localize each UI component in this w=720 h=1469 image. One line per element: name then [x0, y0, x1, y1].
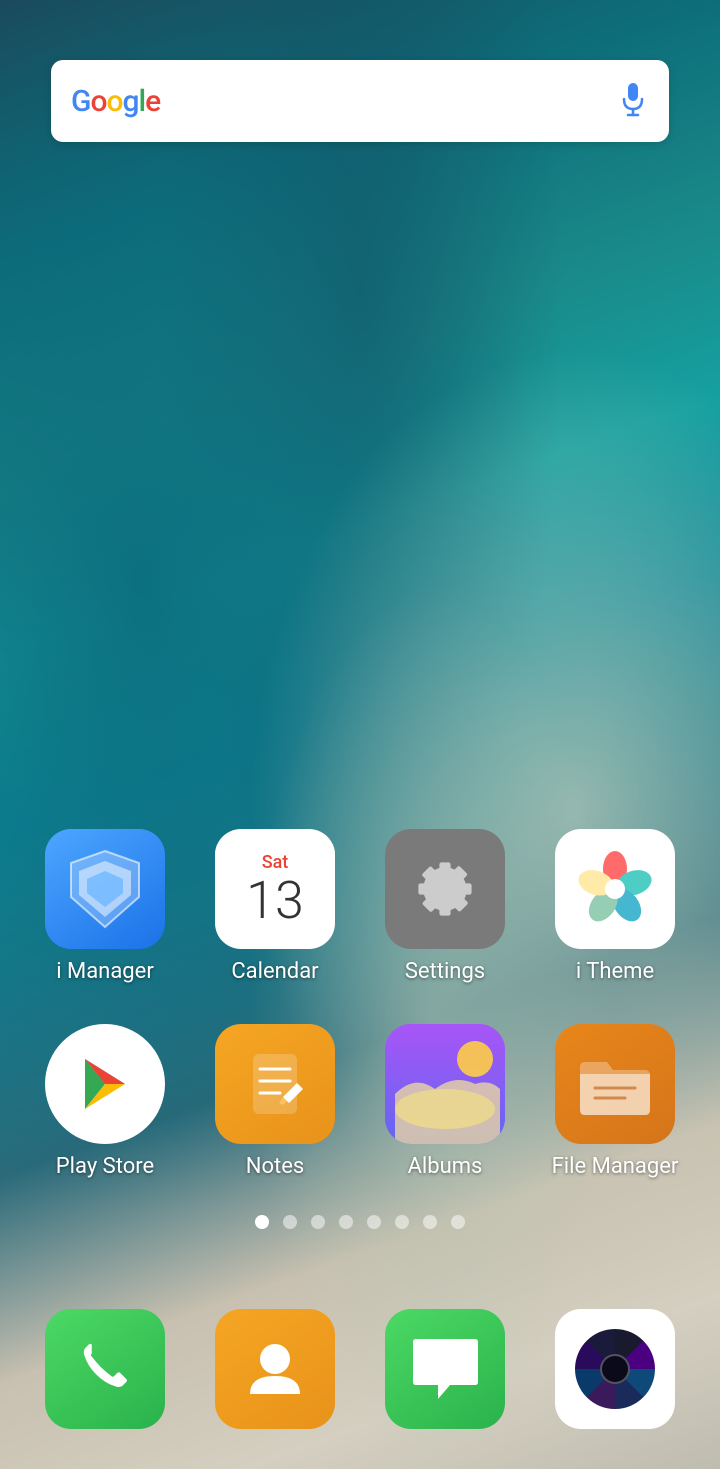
app-itheme[interactable]: i Theme — [530, 829, 700, 984]
page-dot-1[interactable] — [255, 1215, 269, 1229]
calendar-icon: Sat 13 — [215, 829, 335, 949]
filemanager-icon — [555, 1024, 675, 1144]
albums-icon — [385, 1024, 505, 1144]
dock-camera[interactable] — [530, 1309, 700, 1429]
filemanager-label: File Manager — [552, 1154, 679, 1179]
playstore-icon — [45, 1024, 165, 1144]
page-indicators — [255, 1215, 465, 1229]
dock-phone[interactable] — [20, 1309, 190, 1429]
imanager-icon — [45, 829, 165, 949]
app-imanager[interactable]: i Manager — [20, 829, 190, 984]
itheme-label: i Theme — [576, 959, 654, 984]
app-calendar[interactable]: Sat 13 Calendar — [190, 829, 360, 984]
calendar-date: 13 — [246, 875, 304, 935]
google-search-bar[interactable]: Google — [51, 60, 669, 142]
page-dot-4[interactable] — [339, 1215, 353, 1229]
app-filemanager[interactable]: File Manager — [530, 1024, 700, 1179]
camera-inner-lens — [600, 1354, 630, 1384]
app-albums[interactable]: Albums — [360, 1024, 530, 1179]
camera-icon — [555, 1309, 675, 1429]
page-dot-2[interactable] — [283, 1215, 297, 1229]
google-logo: Google — [71, 84, 160, 119]
notes-icon — [215, 1024, 335, 1144]
dock-messages[interactable] — [360, 1309, 530, 1429]
notes-label: Notes — [246, 1154, 304, 1179]
home-screen: Google i Manager — [0, 0, 720, 1469]
settings-icon — [385, 829, 505, 949]
dock — [0, 1309, 720, 1429]
albums-label: Albums — [408, 1154, 483, 1179]
phone-icon — [45, 1309, 165, 1429]
page-dot-3[interactable] — [311, 1215, 325, 1229]
page-dot-7[interactable] — [423, 1215, 437, 1229]
page-dot-6[interactable] — [395, 1215, 409, 1229]
settings-label: Settings — [405, 959, 485, 984]
voice-search-icon[interactable] — [617, 80, 649, 122]
app-grid: i Manager Sat 13 Calendar Settings — [0, 829, 720, 1179]
messages-icon — [385, 1309, 505, 1429]
playstore-label: Play Store — [56, 1154, 154, 1179]
dock-contacts[interactable] — [190, 1309, 360, 1429]
camera-lens — [575, 1329, 655, 1409]
contacts-icon — [215, 1309, 335, 1429]
imanager-label: i Manager — [56, 959, 154, 984]
calendar-label: Calendar — [231, 959, 318, 984]
itheme-icon — [555, 829, 675, 949]
app-playstore[interactable]: Play Store — [20, 1024, 190, 1179]
app-notes[interactable]: Notes — [190, 1024, 360, 1179]
page-dot-8[interactable] — [451, 1215, 465, 1229]
page-dot-5[interactable] — [367, 1215, 381, 1229]
app-settings[interactable]: Settings — [360, 829, 530, 984]
